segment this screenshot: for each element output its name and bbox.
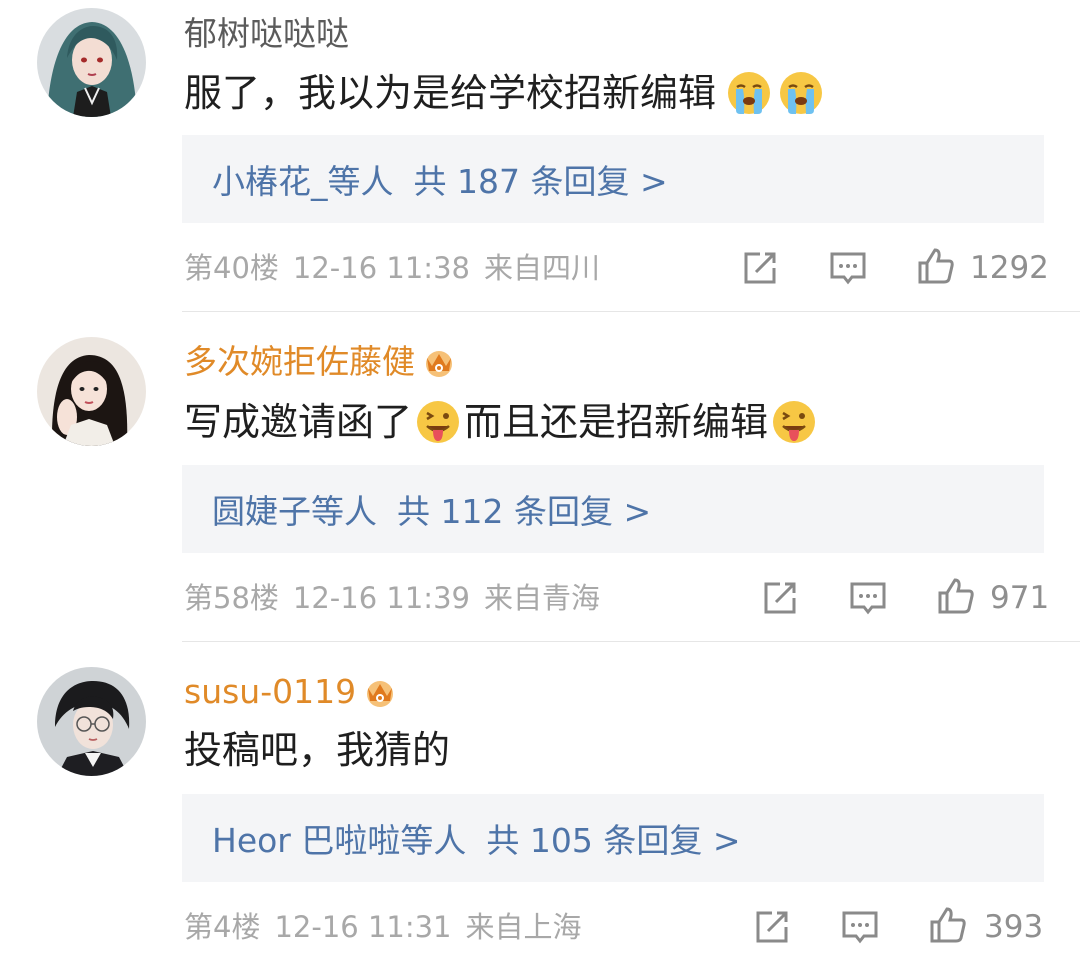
comment-list: 郁树哒哒哒 服了，我以为是给学校招新编辑 小椿花_等人 共 187 条回复 > …	[0, 0, 1080, 971]
floor-number: 第40楼	[184, 251, 279, 285]
comment-meta: 第58楼 12-16 11:39 来自青海	[184, 578, 614, 618]
comment-icon[interactable]	[848, 578, 888, 618]
like-count: 971	[990, 580, 1050, 616]
vip-crown-icon	[421, 344, 457, 380]
repost-icon[interactable]	[760, 578, 800, 618]
repost-icon[interactable]	[752, 907, 792, 947]
comment-icon[interactable]	[828, 248, 868, 288]
tongue-out-face-emoji	[771, 399, 817, 445]
reply-names[interactable]: Heor 巴啦啦等人	[212, 814, 466, 862]
username[interactable]: susu-0119	[184, 672, 398, 712]
reply-names[interactable]: 圆婕子等人	[212, 485, 377, 533]
like-count: 393	[984, 909, 1044, 945]
comment-meta: 第40楼 12-16 11:38 来自四川	[184, 248, 614, 288]
like-icon[interactable]	[916, 246, 956, 286]
timestamp: 12-16 11:39	[292, 581, 470, 615]
reply-count[interactable]: 共 105 条回复 >	[486, 814, 740, 862]
replies-link[interactable]: 小椿花_等人 共 187 条回复 >	[182, 135, 1044, 223]
repost-icon[interactable]	[740, 248, 780, 288]
location: 来自青海	[483, 581, 600, 615]
comment-text: 投稿吧，我猜的	[184, 728, 451, 772]
timestamp: 12-16 11:31	[274, 910, 452, 944]
reply-names[interactable]: 小椿花_等人	[212, 155, 394, 203]
reply-count[interactable]: 共 187 条回复 >	[414, 155, 668, 203]
comment-icon[interactable]	[840, 907, 880, 947]
like-count: 1292	[970, 250, 1049, 286]
divider	[182, 311, 1080, 312]
like-icon[interactable]	[936, 576, 976, 616]
avatar[interactable]	[37, 667, 146, 776]
reply-count[interactable]: 共 112 条回复 >	[397, 485, 651, 533]
vip-crown-icon	[362, 674, 398, 710]
location: 来自四川	[483, 251, 600, 285]
replies-link[interactable]: 圆婕子等人 共 112 条回复 >	[182, 465, 1044, 553]
timestamp: 12-16 11:38	[292, 251, 470, 285]
crying-face-emoji	[726, 70, 772, 116]
comment-meta: 第4楼 12-16 11:31 来自上海	[184, 907, 596, 947]
like-icon[interactable]	[928, 905, 968, 945]
avatar[interactable]	[37, 8, 146, 117]
divider	[182, 641, 1080, 642]
avatar[interactable]	[37, 337, 146, 446]
crying-face-emoji	[778, 70, 824, 116]
replies-link[interactable]: Heor 巴啦啦等人 共 105 条回复 >	[182, 794, 1044, 882]
tongue-out-face-emoji	[415, 399, 461, 445]
comment-text: 服了，我以为是给学校招新编辑	[184, 68, 827, 118]
username[interactable]: 郁树哒哒哒	[184, 14, 349, 54]
username[interactable]: 多次婉拒佐藤健	[184, 342, 457, 382]
comment-text: 写成邀请函了 而且还是招新编辑	[184, 397, 820, 447]
location: 来自上海	[465, 910, 582, 944]
floor-number: 第4楼	[184, 910, 261, 944]
floor-number: 第58楼	[184, 581, 279, 615]
